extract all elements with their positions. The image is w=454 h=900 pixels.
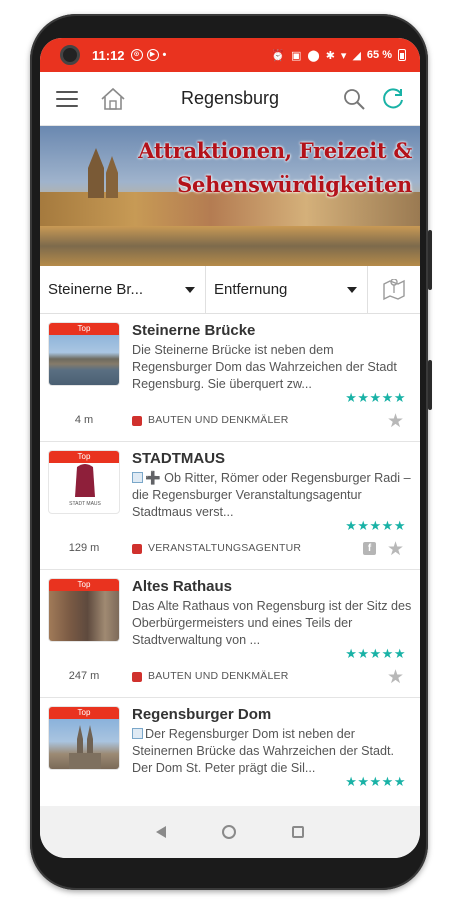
wifi-icon: ▾: [340, 49, 347, 62]
home-nav-icon[interactable]: [222, 825, 236, 839]
info-icon: [132, 728, 143, 739]
list-item[interactable]: Top STADT MAUS STADTMAUS ➕ Ob Ritter, Rö…: [40, 442, 420, 570]
battery-text: 65 %: [366, 49, 392, 61]
item-description-text: Der Regensburger Dom ist neben der Stein…: [132, 727, 395, 775]
volume-button: [428, 230, 432, 290]
item-description-text: ➕ Ob Ritter, Römer oder Regensburger Rad…: [132, 471, 411, 519]
item-distance: 247 m: [68, 670, 100, 682]
bluetooth-icon: ✱: [325, 49, 335, 62]
rating-stars: ★★★★★: [345, 518, 406, 533]
notification-icons: ⊙ ▶ •: [130, 49, 167, 61]
banner-title: Attraktionen, Freizeit & Sehenswürdigkei…: [138, 134, 412, 202]
filter-bar: Steinerne Br... Entfernung: [40, 266, 420, 314]
back-icon[interactable]: [156, 826, 166, 838]
favorite-star-icon[interactable]: ★: [387, 410, 404, 433]
map-icon: [383, 278, 405, 300]
item-thumbnail: Top: [48, 322, 120, 386]
item-thumbnail: Top: [48, 578, 120, 642]
battery-icon: [398, 49, 406, 61]
sort-dropdown-value: Entfernung: [214, 281, 288, 298]
banner-title-line: Attraktionen, Freizeit &: [138, 138, 412, 163]
item-thumbnail: Top STADT MAUS: [48, 450, 120, 514]
category-marker: [132, 544, 142, 554]
top-badge: Top: [49, 707, 119, 719]
place-dropdown-value: Steinerne Br...: [48, 281, 144, 298]
status-bar: 11:12 ⊙ ▶ • ⏰ ▣ ⬤ ✱ ▾ ◢ 65 %: [40, 38, 420, 72]
thumbnail-image: [49, 335, 119, 385]
location-icon: ⬤: [307, 49, 320, 62]
caret-down-icon: [185, 286, 195, 293]
item-description: Das Alte Rathaus von Regensburg ist der …: [132, 599, 412, 647]
header-banner: Attraktionen, Freizeit & Sehenswürdigkei…: [40, 126, 420, 266]
banner-image-water: [40, 226, 420, 266]
rating-stars: ★★★★★: [345, 646, 406, 661]
banner-image-tower: [106, 156, 118, 198]
sort-dropdown[interactable]: Entfernung: [206, 266, 368, 313]
top-badge: Top: [49, 323, 119, 335]
refresh-icon[interactable]: [380, 86, 406, 112]
item-distance: 129 m: [68, 542, 100, 554]
favorite-star-icon[interactable]: ★: [387, 666, 404, 689]
item-thumbnail: Top: [48, 706, 120, 770]
item-distance: 4 m: [74, 414, 94, 426]
item-category: BAUTEN UND DENKMÄLER: [148, 670, 289, 682]
banner-image-tower: [88, 148, 104, 198]
rating-stars: ★★★★★: [345, 774, 406, 789]
home-icon[interactable]: [100, 87, 126, 111]
status-time: 11:12: [92, 47, 125, 63]
favorite-star-icon[interactable]: ★: [387, 538, 404, 561]
item-title: Steinerne Brücke: [132, 322, 256, 339]
category-marker: [132, 672, 142, 682]
logo-text: STADT MAUS: [69, 501, 101, 507]
item-title: STADTMAUS: [132, 450, 226, 467]
system-nav-bar: [40, 806, 420, 858]
notification-icon: ⊙: [130, 49, 143, 61]
notification-icon: ▶: [146, 49, 159, 61]
item-title: Altes Rathaus: [132, 578, 233, 595]
recent-apps-icon[interactable]: [292, 826, 304, 838]
signal-icon: ◢: [352, 49, 361, 62]
facebook-icon[interactable]: f: [363, 542, 376, 555]
system-icons: ⏰ ▣ ⬤ ✱ ▾ ◢ 65 %: [271, 49, 406, 62]
stadtmaus-logo: STADT MAUS: [69, 464, 102, 507]
item-category: BAUTEN UND DENKMÄLER: [148, 414, 289, 426]
menu-icon[interactable]: [56, 90, 78, 107]
item-title: Regensburger Dom: [132, 706, 272, 723]
screen: 11:12 ⊙ ▶ • ⏰ ▣ ⬤ ✱ ▾ ◢ 65 % Regensburg: [40, 38, 420, 858]
item-description: ➕ Ob Ritter, Römer oder Regensburger Rad…: [132, 470, 414, 521]
poi-list: Top Steinerne Brücke Die Steinerne Brück…: [40, 314, 420, 826]
rating-stars: ★★★★★: [345, 390, 406, 405]
power-button: [428, 360, 432, 410]
cathedral-image: [69, 725, 101, 769]
place-dropdown[interactable]: Steinerne Br...: [40, 266, 206, 313]
alarm-icon: ⏰: [271, 49, 285, 62]
caret-down-icon: [347, 286, 357, 293]
item-description: Die Steinerne Brücke ist neben dem Regen…: [132, 343, 397, 391]
info-icon: [132, 472, 143, 483]
search-icon[interactable]: [342, 87, 366, 111]
more-notifications-icon: •: [162, 49, 167, 61]
map-button[interactable]: [368, 266, 420, 313]
list-item[interactable]: Top Altes Rathaus Das Alte Rathaus von R…: [40, 570, 420, 698]
thumbnail-image: [49, 591, 119, 641]
thumbnail-image: STADT MAUS: [49, 463, 119, 513]
top-badge: Top: [49, 579, 119, 591]
thumbnail-image: [49, 719, 119, 769]
front-camera: [60, 45, 80, 65]
banner-title-line: Sehenswürdigkeiten: [177, 172, 412, 197]
app-bar: Regensburg: [40, 72, 420, 126]
category-marker: [132, 416, 142, 426]
item-description: Der Regensburger Dom ist neben der Stein…: [132, 726, 414, 777]
list-item[interactable]: Top Steinerne Brücke Die Steinerne Brück…: [40, 314, 420, 442]
item-category: VERANSTALTUNGSAGENTUR: [148, 542, 302, 554]
nfc-icon: ▣: [290, 49, 302, 62]
top-badge: Top: [49, 451, 119, 463]
